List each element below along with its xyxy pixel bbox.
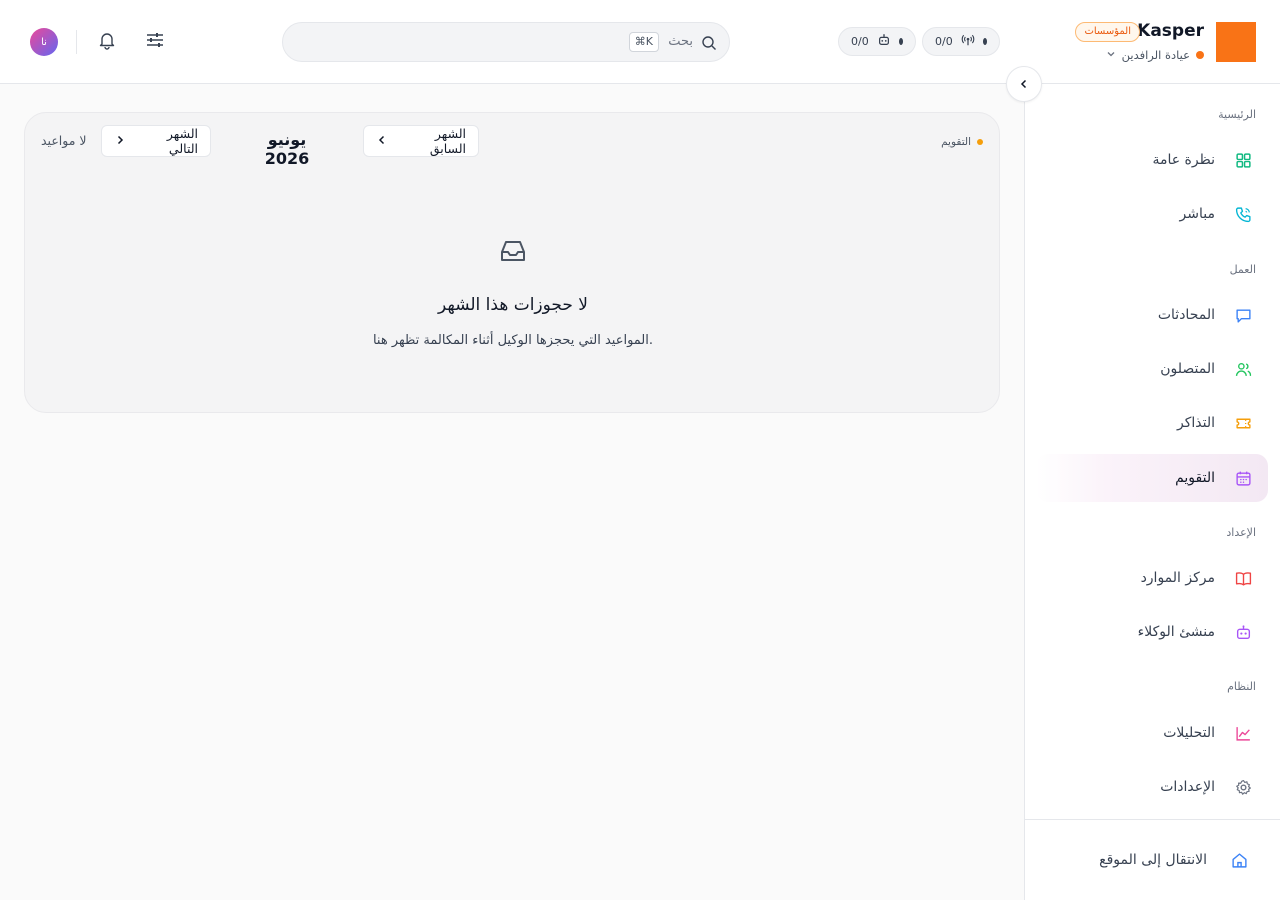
section-label-setup: الإعداد bbox=[1226, 526, 1256, 539]
avatar[interactable]: نا bbox=[30, 28, 58, 56]
sliders-icon bbox=[145, 30, 165, 54]
go-to-site-label: الانتقال إلى الموقع bbox=[1099, 852, 1207, 868]
chevron-left-icon bbox=[376, 134, 388, 149]
chevron-left-icon bbox=[1018, 75, 1030, 94]
sidebar-item-label: منشئ الوكلاء bbox=[1137, 624, 1215, 640]
live-calls-counter[interactable]: 0/0 bbox=[922, 27, 1000, 56]
status-dot bbox=[898, 38, 903, 45]
agents-counter[interactable]: 0/0 bbox=[838, 27, 916, 56]
search-shortcut: ⌘K bbox=[628, 32, 659, 52]
top-header: Kasper المؤسسات عيادة الرافدين 0/0 0/0 ب… bbox=[0, 0, 1280, 84]
sidebar-item-overview[interactable]: نظرة عامة bbox=[1036, 136, 1268, 184]
antenna-icon bbox=[961, 33, 975, 50]
search-icon bbox=[701, 35, 717, 51]
search-placeholder: بحث bbox=[668, 34, 693, 49]
sidebar-item-live[interactable]: مباشر bbox=[1036, 190, 1268, 238]
calendar-card: التقويم الشهر السابق يونيو 2026 الشهر ال… bbox=[24, 112, 1000, 413]
current-month-title: يونيو 2026 bbox=[264, 130, 310, 168]
home-icon bbox=[1231, 852, 1248, 869]
sidebar-item-label: التحليلات bbox=[1163, 725, 1215, 741]
sidebar-item-calendar[interactable]: التقويم bbox=[1036, 454, 1268, 502]
status-dot bbox=[982, 38, 987, 45]
sidebar-item-label: التذاكر bbox=[1176, 415, 1215, 431]
book-icon bbox=[1235, 570, 1252, 587]
users-icon bbox=[1235, 361, 1252, 378]
sidebar-item-analytics[interactable]: التحليلات bbox=[1036, 709, 1268, 757]
brand-name: Kasper bbox=[1137, 21, 1204, 41]
calendar-icon bbox=[1235, 470, 1252, 487]
plan-badge: المؤسسات bbox=[1075, 22, 1140, 42]
sidebar-item-resources[interactable]: مركز الموارد bbox=[1036, 554, 1268, 602]
phone-icon bbox=[1235, 206, 1252, 223]
breadcrumb-dot bbox=[977, 139, 983, 145]
brand-logo[interactable] bbox=[1216, 22, 1256, 62]
chevron-right-icon bbox=[114, 134, 126, 149]
sidebar: الرئيسية نظرة عامة مباشر العمل المحادثات… bbox=[1024, 84, 1280, 900]
sidebar-item-label: المحادثات bbox=[1157, 307, 1215, 323]
breadcrumb: التقويم bbox=[941, 136, 983, 148]
org-selector[interactable]: عيادة الرافدين bbox=[1106, 47, 1204, 63]
robot-icon bbox=[877, 33, 891, 50]
previous-month-button[interactable]: الشهر السابق bbox=[363, 125, 479, 157]
sidebar-item-agent-builder[interactable]: منشئ الوكلاء bbox=[1036, 608, 1268, 656]
sidebar-item-settings[interactable]: الإعدادات bbox=[1036, 763, 1268, 811]
header-divider bbox=[76, 30, 77, 54]
sidebar-item-conversations[interactable]: المحادثات bbox=[1036, 291, 1268, 339]
grid-icon bbox=[1235, 152, 1252, 169]
org-name: عيادة الرافدين bbox=[1121, 48, 1190, 62]
notifications-button[interactable] bbox=[93, 28, 121, 56]
org-status-dot bbox=[1196, 51, 1204, 59]
sidebar-item-label: الإعدادات bbox=[1160, 779, 1215, 795]
sidebar-item-label: مباشر bbox=[1179, 206, 1215, 222]
previous-month-label: الشهر السابق bbox=[429, 126, 466, 156]
chart-icon bbox=[1235, 725, 1252, 742]
avatar-initials: نا bbox=[41, 36, 47, 48]
chat-icon bbox=[1235, 307, 1252, 324]
section-label-main: الرئيسية bbox=[1218, 108, 1256, 121]
sidebar-item-label: مركز الموارد bbox=[1140, 570, 1215, 586]
live-calls-value: 0/0 bbox=[935, 35, 953, 48]
ticket-icon bbox=[1235, 415, 1252, 432]
bell-icon bbox=[97, 30, 117, 54]
robot-icon bbox=[1235, 624, 1252, 641]
filters-button[interactable] bbox=[141, 28, 169, 56]
search-input[interactable]: بحث ⌘K bbox=[282, 22, 730, 62]
go-to-site-link[interactable]: الانتقال إلى الموقع bbox=[1032, 836, 1264, 884]
gear-icon bbox=[1235, 779, 1252, 796]
sidebar-item-label: نظرة عامة bbox=[1152, 152, 1215, 168]
sidebar-divider bbox=[1024, 819, 1280, 820]
inbox-icon bbox=[497, 235, 529, 267]
section-label-system: النظام bbox=[1227, 680, 1256, 693]
next-month-button[interactable]: الشهر التالي bbox=[101, 125, 211, 157]
empty-state-title: لا حجوزات هذا الشهر bbox=[437, 295, 588, 315]
agents-value: 0/0 bbox=[851, 35, 869, 48]
empty-state-description: المواعيد التي يحجزها الوكيل أثناء المكال… bbox=[372, 333, 654, 348]
chevron-down-icon bbox=[1106, 49, 1116, 62]
breadcrumb-label: التقويم bbox=[941, 136, 971, 148]
section-label-work: العمل bbox=[1229, 263, 1256, 276]
appointments-count: لا مواعيد bbox=[41, 133, 87, 148]
sidebar-item-label: المتصلون bbox=[1160, 361, 1215, 377]
sidebar-item-tickets[interactable]: التذاكر bbox=[1036, 399, 1268, 447]
sidebar-item-callers[interactable]: المتصلون bbox=[1036, 345, 1268, 393]
sidebar-item-label: التقويم bbox=[1175, 470, 1215, 486]
collapse-sidebar-button[interactable] bbox=[1006, 66, 1042, 102]
next-month-label: الشهر التالي bbox=[166, 126, 198, 156]
